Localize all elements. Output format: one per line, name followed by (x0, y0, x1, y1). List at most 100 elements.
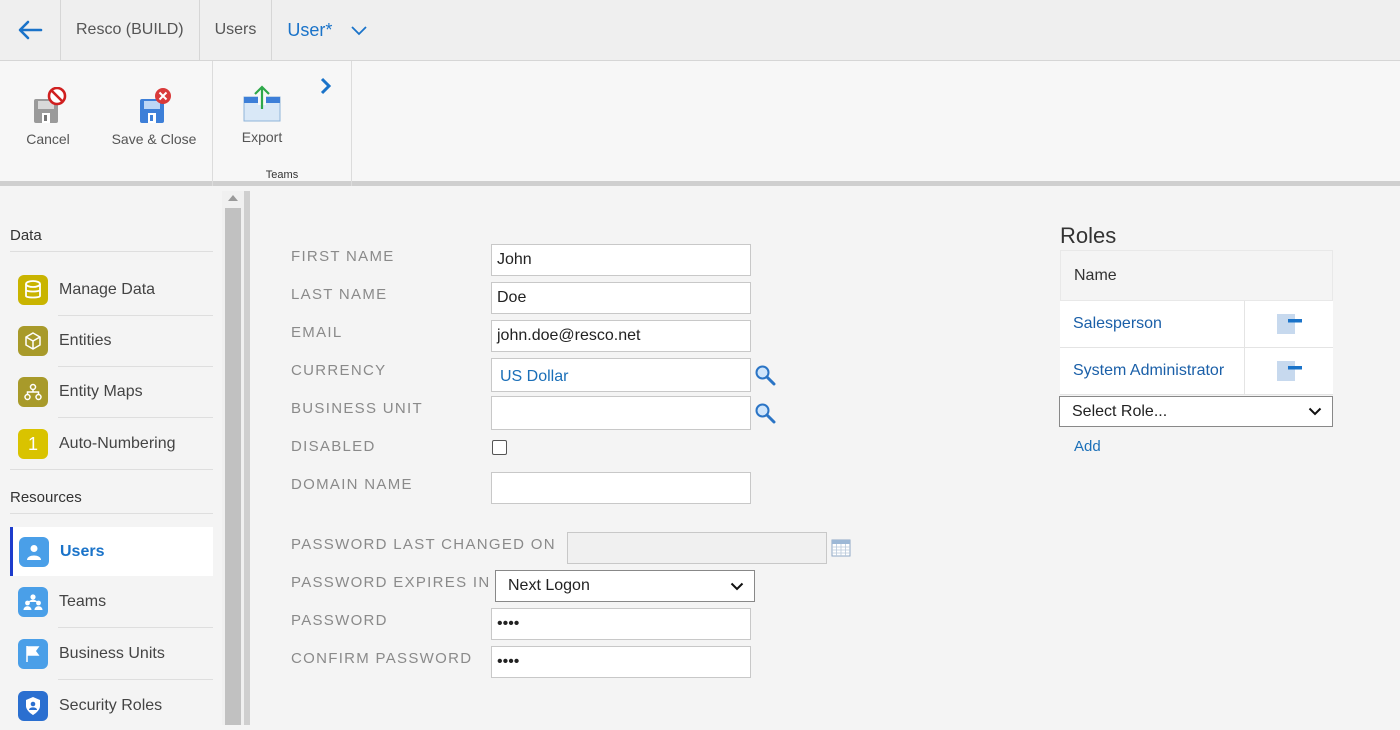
sidebar-section-resources: Resources (10, 489, 82, 506)
sidebar-item-users[interactable]: Users (10, 527, 213, 576)
sidebar-item-entities[interactable]: Entities (10, 317, 213, 365)
email-label: EMAIL (291, 324, 343, 341)
sidebar-scrollbar[interactable] (222, 191, 244, 725)
role-link-system-administrator[interactable]: System Administrator (1073, 362, 1224, 380)
ribbon-group-form: Cancel Save & Close (0, 61, 213, 186)
back-arrow-icon (18, 20, 43, 40)
breadcrumb-user-current[interactable]: User* (272, 0, 342, 60)
hierarchy-icon (18, 377, 48, 407)
ribbon-expand-button[interactable] (319, 77, 333, 100)
divider (10, 469, 213, 470)
confirm-password-label: CONFIRM PASSWORD (291, 650, 473, 667)
remove-role-button[interactable] (1244, 348, 1333, 394)
currency-label: CURRENCY (291, 362, 387, 379)
sidebar-item-label: Security Roles (59, 697, 163, 714)
select-role-value: Select Role... (1072, 402, 1168, 420)
email-input[interactable]: john.doe@resco.net (491, 320, 751, 352)
select-role-dropdown[interactable]: Select Role... (1059, 396, 1333, 427)
chevron-down-icon (351, 26, 368, 36)
cancel-button[interactable]: Cancel (22, 87, 74, 147)
breadcrumb-users[interactable]: Users (200, 0, 273, 60)
database-icon (18, 275, 48, 305)
calendar-icon (831, 539, 851, 557)
scroll-up-arrow-icon[interactable] (228, 195, 238, 201)
confirm-password-input[interactable]: •••• (491, 646, 751, 678)
pane-separator (244, 191, 250, 725)
breadcrumb-dropdown[interactable] (342, 0, 376, 60)
remove-icon (1277, 314, 1302, 334)
divider (58, 417, 213, 418)
breadcrumb-resco-build[interactable]: Resco (BUILD) (61, 0, 200, 60)
sidebar-item-label: Entity Maps (59, 383, 143, 400)
ribbon-group-label: Teams (265, 169, 299, 181)
roles-title: Roles (1060, 223, 1117, 248)
table-row: Salesperson (1060, 301, 1333, 348)
business-unit-lookup-button[interactable] (754, 402, 776, 429)
password-expires-select[interactable]: Next Logon (495, 570, 755, 602)
sidebar-item-auto-numbering[interactable]: 1 Auto-Numbering (10, 420, 213, 468)
cube-icon (18, 326, 48, 356)
sidebar-item-label: Teams (59, 593, 107, 610)
remove-role-button[interactable] (1244, 301, 1333, 347)
currency-lookup-field[interactable]: US Dollar (491, 358, 751, 392)
back-button[interactable] (0, 0, 61, 60)
flag-icon (18, 639, 48, 669)
divider (58, 627, 213, 628)
sidebar-item-label: Users (60, 542, 105, 560)
cancel-label: Cancel (26, 131, 70, 147)
export-icon (243, 85, 281, 122)
divider (10, 513, 213, 514)
last-name-input[interactable]: Doe (491, 282, 751, 314)
password-expires-label: PASSWORD EXPIRES IN (291, 574, 491, 591)
table-row: System Administrator (1060, 348, 1333, 395)
sidebar-item-manage-data[interactable]: Manage Data (10, 266, 213, 314)
password-last-changed-label: PASSWORD LAST CHANGED ON (291, 536, 556, 553)
domain-name-input[interactable] (491, 472, 751, 504)
sidebar: Data Manage Data Entities Entity Maps 1 … (0, 191, 222, 725)
roles-table-header: Name (1060, 250, 1333, 301)
magnifier-icon (755, 365, 776, 386)
number-one-icon: 1 (18, 429, 48, 459)
currency-lookup-button[interactable] (754, 364, 776, 391)
role-link-salesperson[interactable]: Salesperson (1073, 315, 1162, 333)
first-name-label: FIRST NAME (291, 248, 395, 265)
chevron-down-icon (730, 582, 744, 590)
divider (58, 366, 213, 367)
sidebar-item-business-units[interactable]: Business Units (10, 630, 213, 678)
top-bar: Resco (BUILD) Users User* (0, 0, 1400, 61)
chevron-down-icon (1308, 407, 1322, 416)
security-badge-icon (18, 691, 48, 721)
sidebar-item-entity-maps[interactable]: Entity Maps (10, 368, 213, 416)
business-unit-lookup-field[interactable] (491, 396, 751, 430)
ribbon-toolbar: Cancel Save & Close Export Teams (0, 61, 1400, 186)
add-role-link[interactable]: Add (1074, 438, 1101, 455)
remove-icon (1277, 361, 1302, 381)
divider (10, 251, 213, 252)
ribbon-group-teams: Export Teams (213, 61, 352, 186)
business-unit-label: BUSINESS UNIT (291, 400, 423, 417)
date-picker-button[interactable] (831, 538, 851, 562)
user-icon (19, 536, 49, 567)
save-close-icon (140, 88, 171, 123)
password-last-changed-field (567, 532, 827, 564)
password-label: PASSWORD (291, 612, 388, 629)
password-expires-value: Next Logon (508, 577, 590, 594)
sidebar-section-data: Data (10, 227, 42, 244)
disabled-checkbox[interactable] (492, 440, 507, 455)
password-input[interactable]: •••• (491, 608, 751, 640)
save-close-button[interactable]: Save & Close (108, 87, 200, 147)
save-close-label: Save & Close (111, 131, 197, 147)
scroll-thumb[interactable] (225, 208, 241, 725)
sidebar-item-security-roles[interactable]: Security Roles (10, 682, 213, 730)
export-label: Export (241, 129, 283, 145)
sidebar-item-label: Entities (59, 332, 112, 349)
team-icon (18, 587, 48, 617)
last-name-label: LAST NAME (291, 286, 388, 303)
export-button[interactable]: Export (237, 83, 287, 145)
cancel-save-icon (34, 87, 67, 123)
sidebar-item-teams[interactable]: Teams (10, 578, 213, 626)
number-one-glyph: 1 (27, 433, 38, 454)
divider (58, 679, 213, 680)
first-name-input[interactable]: John (491, 244, 751, 276)
disabled-label: DISABLED (291, 438, 376, 455)
